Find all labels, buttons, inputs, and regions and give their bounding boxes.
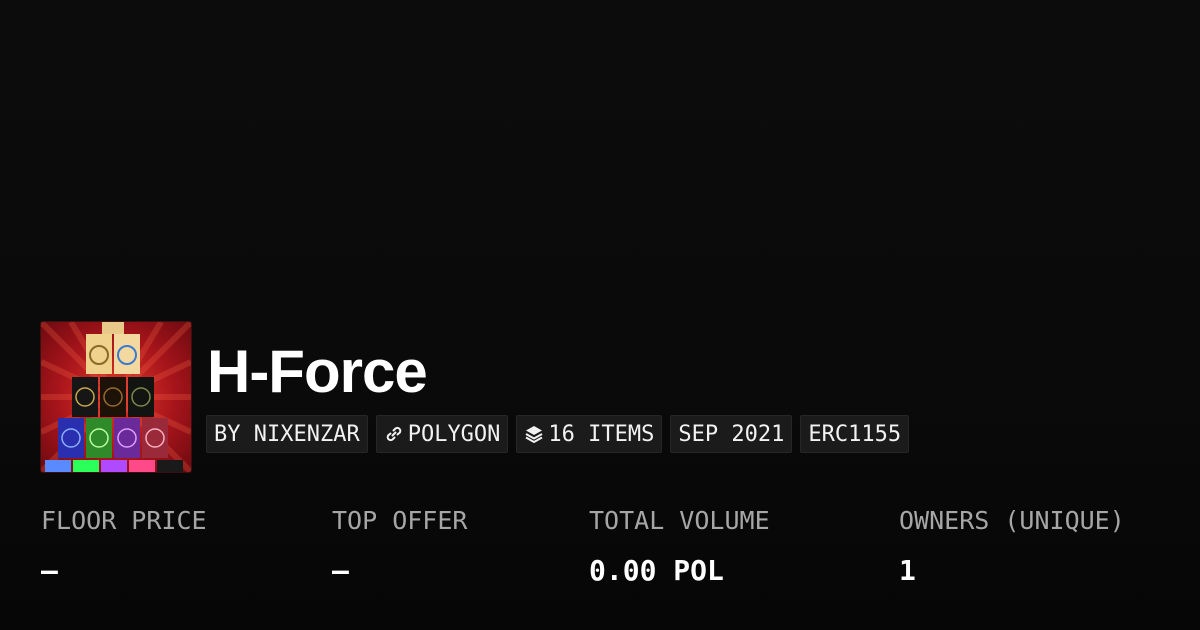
top-offer-value: – <box>332 554 349 587</box>
creator-tag-label: BY NIXENZAR <box>214 421 360 447</box>
standard-tag: ERC1155 <box>800 415 910 453</box>
total-volume-label: TOTAL VOLUME <box>589 506 770 535</box>
layers-icon <box>524 424 544 444</box>
collection-thumbnail-image <box>41 322 191 472</box>
chain-tag-label: POLYGON <box>407 421 501 447</box>
standard-tag-label: ERC1155 <box>808 421 902 447</box>
collection-title: H-Force <box>207 338 428 405</box>
floor-price-value: – <box>41 554 58 587</box>
creator-tag[interactable]: BY NIXENZAR <box>206 415 368 453</box>
items-tag[interactable]: 16 ITEMS <box>516 415 663 453</box>
total-volume-stat: TOTAL VOLUME 0.00 POL <box>589 503 770 589</box>
top-offer-label: TOP OFFER <box>332 506 468 535</box>
items-tag-label: 16 ITEMS <box>548 421 655 447</box>
floor-price-stat: FLOOR PRICE – <box>41 503 207 589</box>
owners-stat: OWNERS (UNIQUE) 1 <box>899 503 1125 589</box>
owners-label: OWNERS (UNIQUE) <box>899 506 1125 535</box>
total-volume-value: 0.00 POL <box>589 554 724 587</box>
floor-price-label: FLOOR PRICE <box>41 506 207 535</box>
owners-value: 1 <box>899 554 916 587</box>
collection-tags: BY NIXENZAR POLYGON 16 ITEMS SEP 2021 ER… <box>206 415 910 453</box>
top-offer-stat: TOP OFFER – <box>332 503 467 589</box>
collection-thumbnail[interactable] <box>40 321 192 473</box>
date-tag-label: SEP 2021 <box>678 421 785 447</box>
link-icon <box>384 424 404 444</box>
date-tag: SEP 2021 <box>670 415 793 453</box>
chain-tag[interactable]: POLYGON <box>375 415 509 453</box>
